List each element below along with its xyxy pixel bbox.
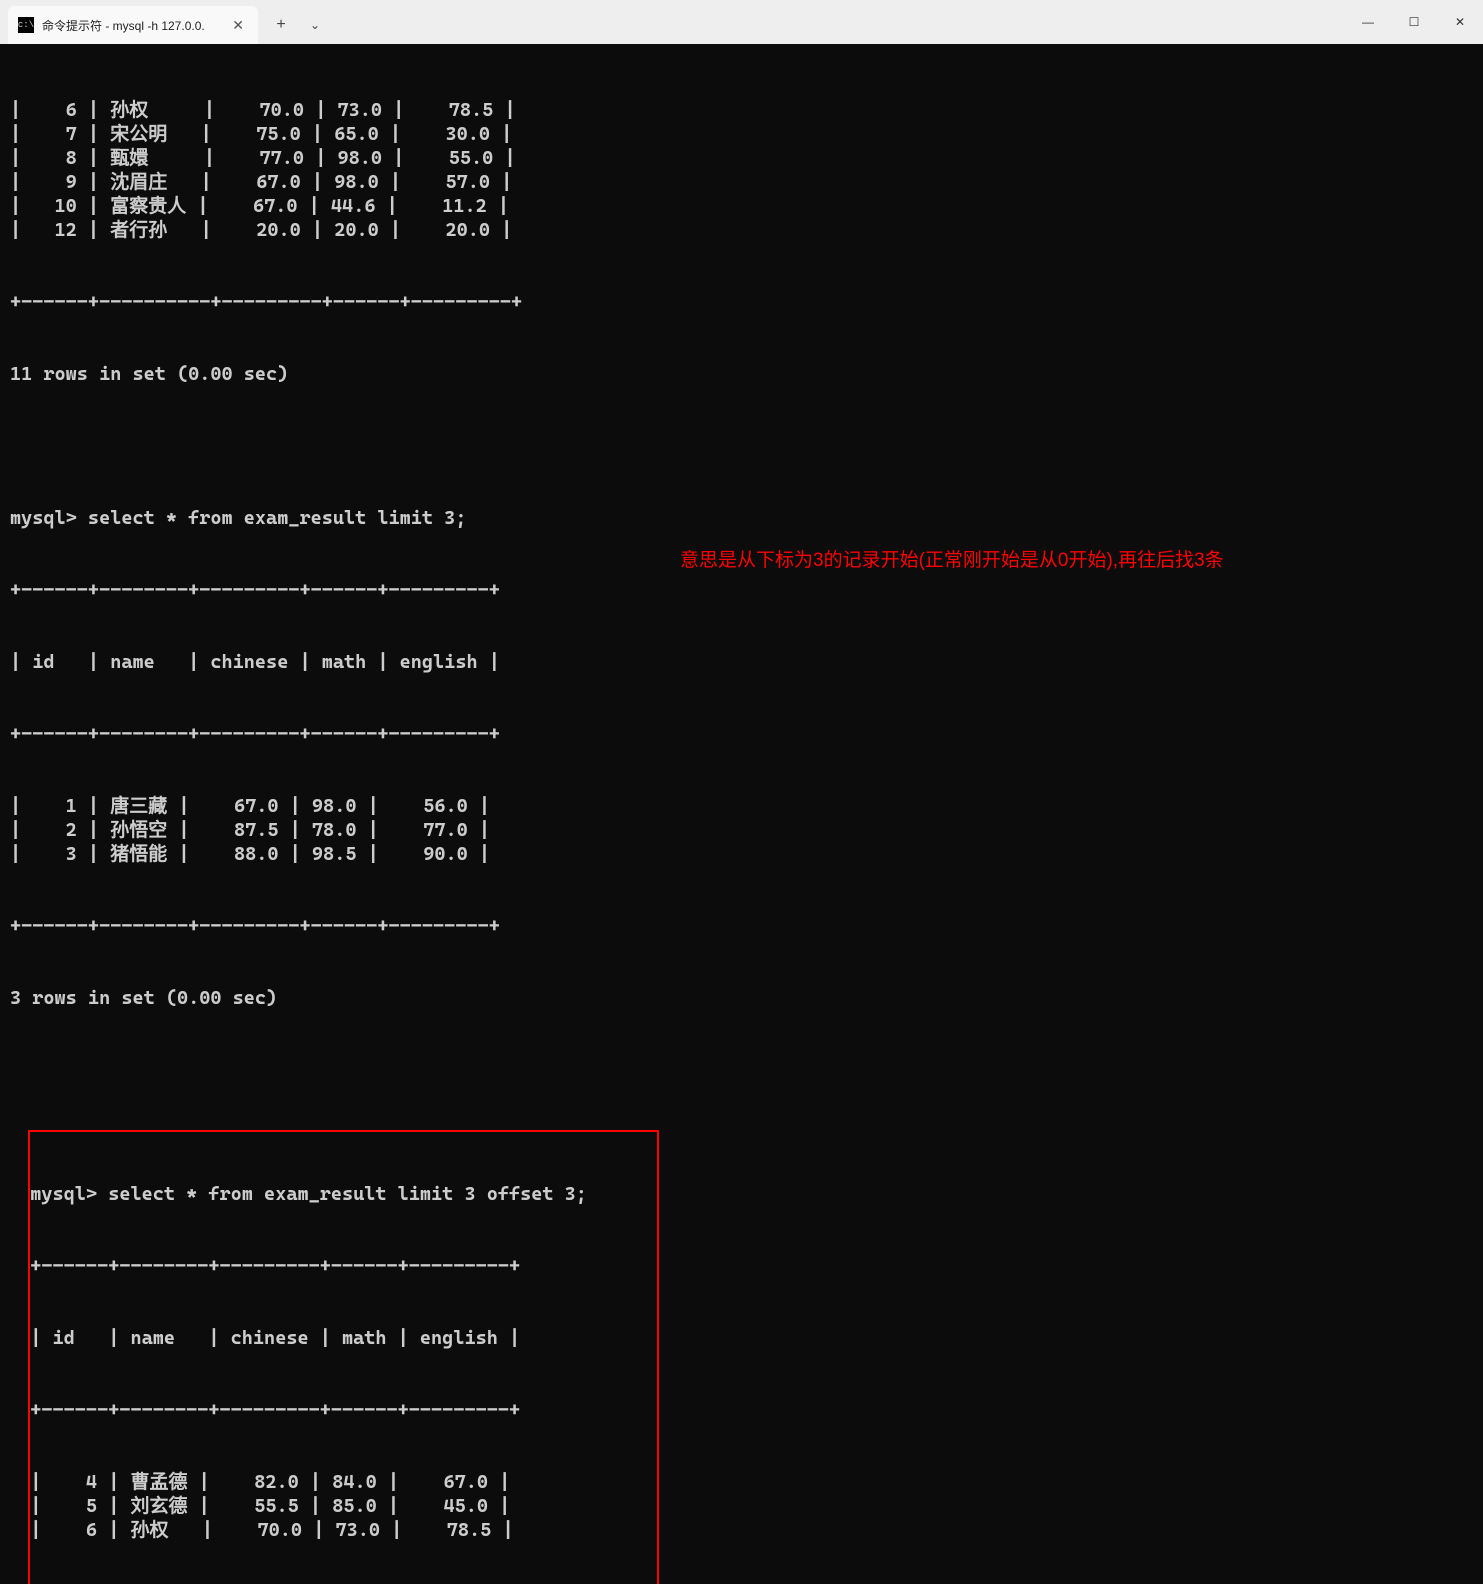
header-row: | id | name | chinese | math | english | bbox=[30, 1326, 657, 1350]
table-row: | 8 | 甄嬛 | 77.0 | 98.0 | 55.0 | bbox=[10, 146, 1483, 170]
highlight-box: mysql> select * from exam_result limit 3… bbox=[28, 1130, 659, 1584]
table-row: | 1 | 唐三藏 | 67.0 | 98.0 | 56.0 | bbox=[10, 794, 1483, 818]
separator: +------+--------+---------+------+------… bbox=[30, 1254, 657, 1278]
maximize-button[interactable]: ☐ bbox=[1391, 0, 1437, 44]
table-row: | 6 | 孙权 | 70.0 | 73.0 | 78.5 | bbox=[10, 98, 1483, 122]
result-block-1: | 6 | 孙权 | 70.0 | 73.0 | 78.5 || 7 | 宋公明… bbox=[10, 98, 1483, 242]
query-line: mysql> select * from exam_result limit 3… bbox=[10, 506, 1483, 530]
terminal-area[interactable]: | 6 | 孙权 | 70.0 | 73.0 | 78.5 || 7 | 宋公明… bbox=[0, 44, 1483, 1584]
tab-cmd[interactable]: c:\ 命令提示符 - mysql -h 127.0.0. ✕ bbox=[8, 6, 258, 44]
blank-line bbox=[10, 1058, 1483, 1082]
separator: +------+--------+---------+------+------… bbox=[10, 722, 1483, 746]
table-row: | 12 | 者行孙 | 20.0 | 20.0 | 20.0 | bbox=[10, 218, 1483, 242]
table-row: | 10 | 富察贵人 | 67.0 | 44.6 | 11.2 | bbox=[10, 194, 1483, 218]
close-tab-icon[interactable]: ✕ bbox=[228, 15, 248, 36]
table-row: | 7 | 宋公明 | 75.0 | 65.0 | 30.0 | bbox=[10, 122, 1483, 146]
result-block-3: | 4 | 曹孟德 | 82.0 | 84.0 | 67.0 || 5 | 刘玄… bbox=[30, 1470, 657, 1542]
status-line: 3 rows in set (0.00 sec) bbox=[10, 986, 1483, 1010]
separator: +------+----------+---------+------+----… bbox=[10, 290, 1483, 314]
status-line: 11 rows in set (0.00 sec) bbox=[10, 362, 1483, 386]
close-window-button[interactable]: ✕ bbox=[1437, 0, 1483, 44]
tab-dropdown-button[interactable]: ⌄ bbox=[298, 6, 332, 44]
minimize-button[interactable]: — bbox=[1345, 0, 1391, 44]
table-row: | 5 | 刘玄德 | 55.5 | 85.0 | 45.0 | bbox=[30, 1494, 657, 1518]
result-block-2: | 1 | 唐三藏 | 67.0 | 98.0 | 56.0 || 2 | 孙悟… bbox=[10, 794, 1483, 866]
tab-title: 命令提示符 - mysql -h 127.0.0. bbox=[42, 17, 220, 34]
table-row: | 9 | 沈眉庄 | 67.0 | 98.0 | 57.0 | bbox=[10, 170, 1483, 194]
table-row: | 6 | 孙权 | 70.0 | 73.0 | 78.5 | bbox=[30, 1518, 657, 1542]
annotation-text: 意思是从下标为3的记录开始(正常刚开始是从0开始),再往后找3条 bbox=[680, 549, 1224, 573]
header-row: | id | name | chinese | math | english | bbox=[10, 650, 1483, 674]
table-row: | 3 | 猪悟能 | 88.0 | 98.5 | 90.0 | bbox=[10, 842, 1483, 866]
new-tab-button[interactable]: + bbox=[264, 6, 298, 44]
titlebar: c:\ 命令提示符 - mysql -h 127.0.0. ✕ + ⌄ — ☐ … bbox=[0, 0, 1483, 44]
cmd-icon: c:\ bbox=[18, 17, 34, 33]
separator: +------+--------+---------+------+------… bbox=[10, 578, 1483, 602]
separator: +------+--------+---------+------+------… bbox=[10, 914, 1483, 938]
table-row: | 4 | 曹孟德 | 82.0 | 84.0 | 67.0 | bbox=[30, 1470, 657, 1494]
titlebar-drag-area[interactable] bbox=[332, 0, 1345, 44]
blank-line bbox=[10, 434, 1483, 458]
query-line: mysql> select * from exam_result limit 3… bbox=[30, 1182, 657, 1206]
table-row: | 2 | 孙悟空 | 87.5 | 78.0 | 77.0 | bbox=[10, 818, 1483, 842]
separator: +------+--------+---------+------+------… bbox=[30, 1398, 657, 1422]
